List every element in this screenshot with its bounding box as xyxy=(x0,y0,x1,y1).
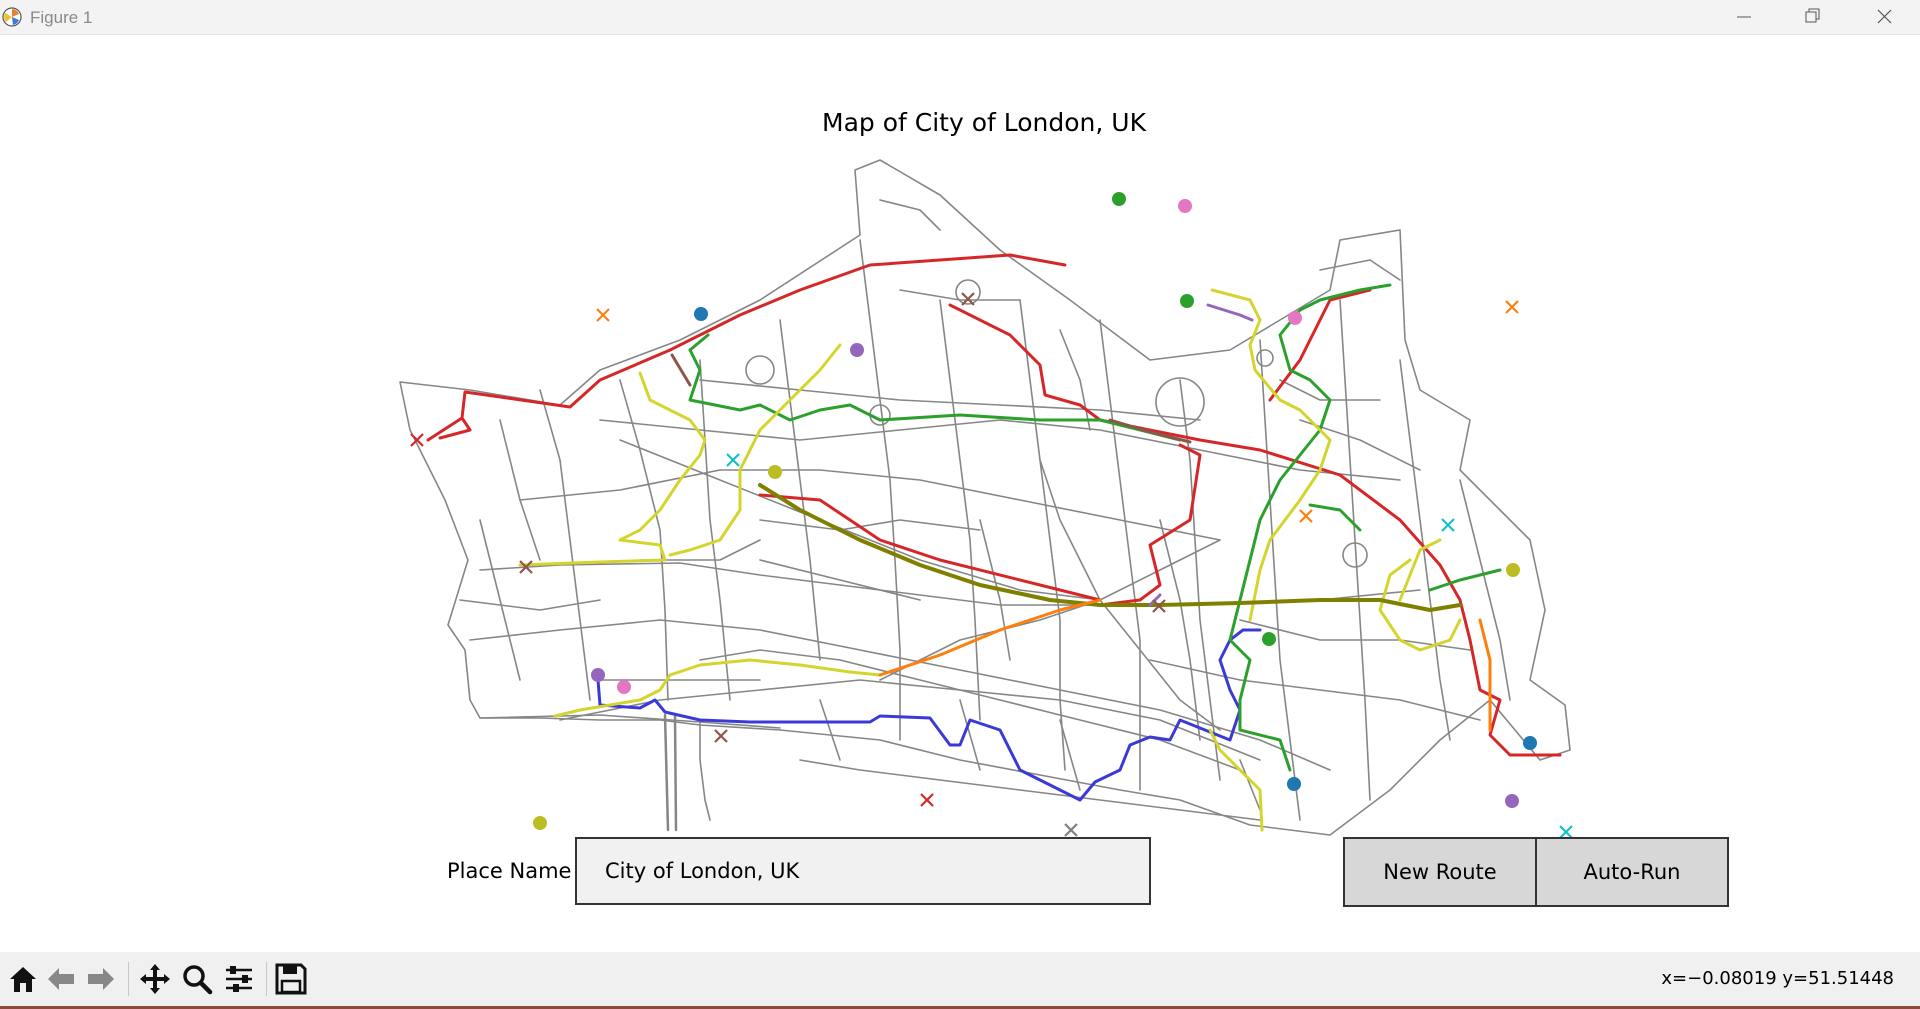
home-button[interactable] xyxy=(6,962,40,996)
back-button[interactable] xyxy=(44,962,78,996)
street-network xyxy=(399,159,1571,836)
route-end-marker xyxy=(596,308,610,322)
place-name-label: Place Name xyxy=(447,859,572,883)
route-end-marker xyxy=(1441,518,1455,532)
route-end-marker xyxy=(1505,300,1519,314)
route-end-marker xyxy=(920,793,934,807)
route-end-marker xyxy=(714,729,728,743)
route-red-east-3 xyxy=(1268,288,1372,402)
toolbar-separator xyxy=(128,962,129,996)
route-red-north xyxy=(426,253,1067,442)
route-yellow-2 xyxy=(668,343,842,557)
forward-icon xyxy=(88,968,114,990)
auto-run-button[interactable]: Auto-Run xyxy=(1535,837,1729,907)
route-start-marker xyxy=(1287,777,1301,791)
route-start-marker xyxy=(694,307,708,321)
configure-subplots-button[interactable] xyxy=(222,962,256,996)
route-start-marker xyxy=(1112,192,1126,206)
route-start-marker xyxy=(617,680,631,694)
route-start-marker xyxy=(533,816,547,830)
pan-button[interactable] xyxy=(138,962,172,996)
route-start-marker xyxy=(1523,736,1537,750)
forward-button[interactable] xyxy=(84,962,118,996)
route-red-north-2 xyxy=(948,303,1472,642)
navigation-toolbar: x=−0.08019 y=51.51448 xyxy=(0,952,1920,1006)
save-icon xyxy=(275,963,307,995)
zoom-icon xyxy=(183,965,213,995)
new-route-button[interactable]: New Route xyxy=(1343,837,1537,907)
route-start-marker xyxy=(1506,563,1520,577)
route-yellow xyxy=(518,371,707,567)
configure-subplots-icon xyxy=(226,966,252,992)
zoom-button[interactable] xyxy=(180,962,214,996)
route-start-marker xyxy=(1288,311,1302,325)
back-icon xyxy=(48,968,74,990)
route-end-marker xyxy=(726,453,740,467)
route-start-marker xyxy=(1178,199,1192,213)
cursor-coordinates: x=−0.08019 y=51.51448 xyxy=(1661,968,1894,989)
route-green-4 xyxy=(1428,568,1502,592)
save-button[interactable] xyxy=(274,962,308,996)
route-start-marker xyxy=(591,668,605,682)
route-end-marker xyxy=(1064,823,1078,837)
route-red-east-2 xyxy=(1468,638,1562,757)
route-red-east xyxy=(1098,443,1202,607)
route-brown-2 xyxy=(1108,418,1192,444)
routes xyxy=(426,253,1562,832)
street-map[interactable] xyxy=(0,0,1920,940)
route-start-marker xyxy=(1505,794,1519,808)
route-brown xyxy=(670,353,692,387)
place-name-input[interactable] xyxy=(575,837,1151,905)
route-start-marker xyxy=(768,465,782,479)
route-purple xyxy=(1206,303,1254,322)
route-orange-2 xyxy=(1478,618,1492,732)
route-red-center xyxy=(758,493,1102,602)
route-yellow-3 xyxy=(553,658,882,718)
map-boundary xyxy=(399,159,1571,836)
route-start-marker xyxy=(850,343,864,357)
home-icon xyxy=(10,967,36,992)
toolbar-separator xyxy=(266,962,267,996)
route-green xyxy=(688,333,1182,442)
route-start-marker xyxy=(1262,632,1276,646)
route-end-marker xyxy=(1299,509,1313,523)
pan-icon xyxy=(140,964,170,994)
route-start-marker xyxy=(1180,294,1194,308)
